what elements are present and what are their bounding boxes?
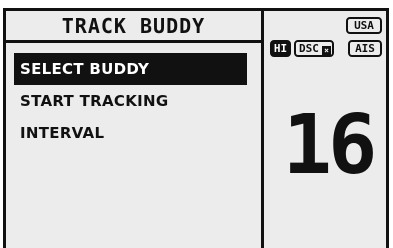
radio-display: TRACK BUDDY SELECT BUDDY START TRACKING … [3, 8, 389, 248]
screen-title: TRACK BUDDY [6, 11, 261, 43]
menu-item-interval[interactable]: INTERVAL [14, 117, 247, 149]
dsc-label: DSC [299, 42, 319, 55]
menu-panel: TRACK BUDDY SELECT BUDDY START TRACKING … [6, 11, 264, 248]
dsc-badge: DSC × [294, 40, 334, 57]
menu-list: SELECT BUDDY START TRACKING INTERVAL [14, 53, 247, 149]
channel-number: 16 [282, 98, 378, 193]
menu-item-select-buddy[interactable]: SELECT BUDDY [14, 53, 247, 85]
dsc-off-icon: × [322, 46, 331, 55]
ais-badge: AIS [348, 40, 382, 57]
menu-item-start-tracking[interactable]: START TRACKING [14, 85, 247, 117]
power-badge: HI [270, 40, 291, 57]
region-badge: USA [346, 17, 382, 34]
status-panel: USA HI DSC × AIS 16 [264, 11, 386, 248]
